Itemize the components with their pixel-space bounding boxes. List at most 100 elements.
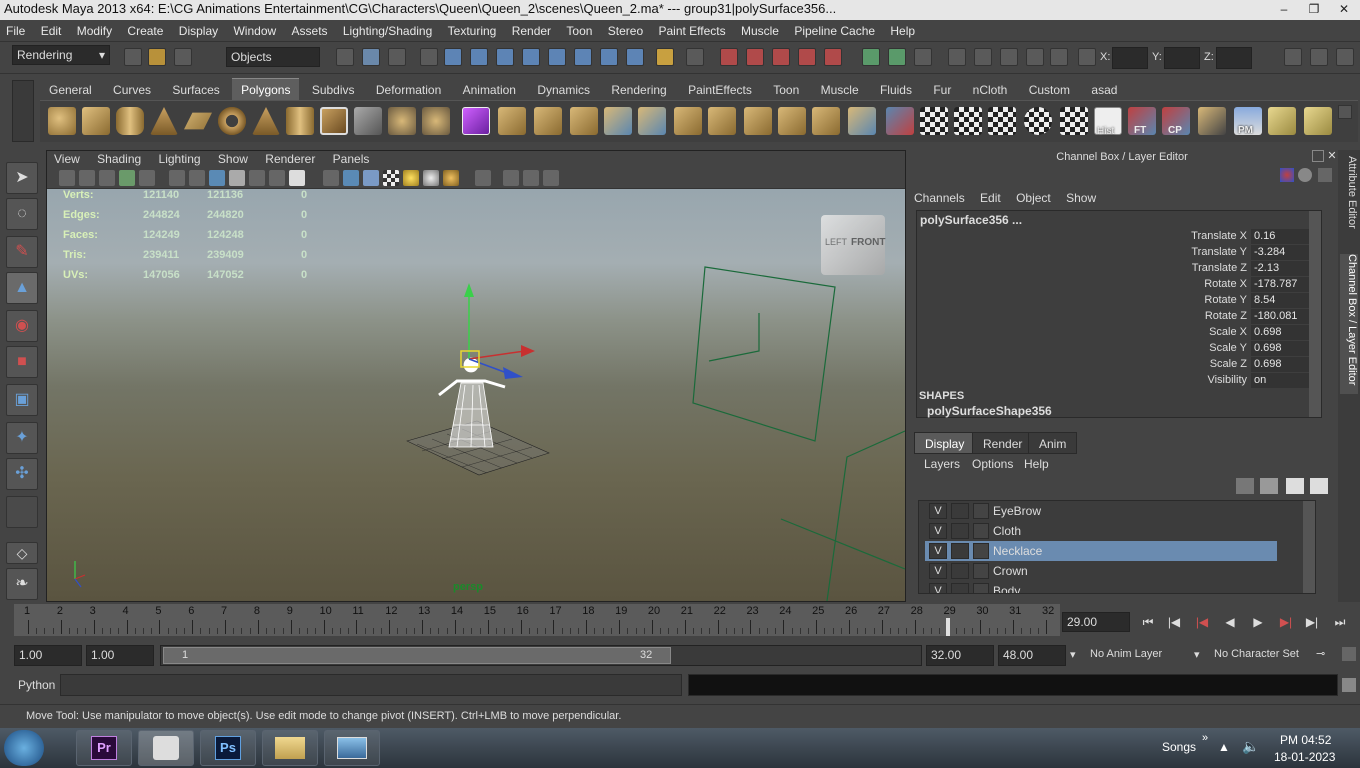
animation-end-field[interactable]: 48.00: [998, 645, 1066, 666]
poly-cylinder-icon[interactable]: [116, 107, 144, 135]
menu-create[interactable]: Create: [121, 20, 169, 42]
poly-pipe-icon[interactable]: [286, 107, 314, 135]
layer-color-swatch[interactable]: [973, 563, 989, 579]
layer-visibility-toggle[interactable]: V: [929, 563, 947, 579]
poly-cube-icon[interactable]: [82, 107, 110, 135]
new-layer-icon[interactable]: [1286, 478, 1304, 494]
shelf-tab-rendering[interactable]: Rendering: [602, 79, 675, 101]
view-cube-front[interactable]: FRONT: [851, 237, 885, 248]
poly-cone-icon[interactable]: [150, 107, 178, 135]
menu-render[interactable]: Render: [506, 20, 557, 42]
wireframe-on-shaded-icon[interactable]: [363, 170, 379, 186]
separate-icon[interactable]: [388, 107, 416, 135]
taskbar-maya[interactable]: [138, 730, 194, 766]
attr-translate-y-field[interactable]: -3.284: [1251, 245, 1315, 260]
shadows-icon[interactable]: [423, 170, 439, 186]
select-curves-icon[interactable]: [496, 48, 514, 66]
menu-modify[interactable]: Modify: [71, 20, 118, 42]
bridge-icon[interactable]: [534, 107, 562, 135]
gate-mask-icon[interactable]: [229, 170, 245, 186]
layer-color-swatch[interactable]: [973, 523, 989, 539]
close-panel-icon[interactable]: ✕: [1326, 150, 1338, 162]
attr-translate-z-field[interactable]: -2.13: [1251, 261, 1315, 276]
ipr-render-icon[interactable]: [1000, 48, 1018, 66]
shelf-tab-curves[interactable]: Curves: [104, 79, 160, 101]
uv-planar-icon[interactable]: [920, 107, 948, 135]
cb-menu-channels[interactable]: Channels: [908, 188, 971, 208]
tray-toolbar-label[interactable]: Songs: [1162, 740, 1196, 754]
menu-file[interactable]: File: [0, 20, 31, 42]
new-scene-icon[interactable]: [124, 48, 142, 66]
show-attribute-editor-icon[interactable]: [1284, 48, 1302, 66]
safe-action-icon[interactable]: [269, 170, 285, 186]
hypershade-icon[interactable]: [1050, 48, 1068, 66]
taskbar-photo-viewer[interactable]: [324, 730, 380, 766]
anim-layer-label[interactable]: No Anim Layer: [1090, 648, 1162, 660]
cb-menu-object[interactable]: Object: [1010, 188, 1057, 208]
layer-visibility-toggle[interactable]: V: [929, 503, 947, 519]
float-panel-icon[interactable]: [1312, 150, 1324, 162]
shelf-tab-ncloth[interactable]: nCloth: [964, 79, 1017, 101]
uv-spherical-icon[interactable]: [988, 107, 1016, 135]
layer-tab-anim[interactable]: Anim: [1028, 432, 1078, 454]
lasso-tool-icon[interactable]: ◌: [6, 198, 38, 230]
shelf-tab-animation[interactable]: Animation: [454, 79, 525, 101]
menu-edit[interactable]: Edit: [35, 20, 68, 42]
uv-cylindrical-icon[interactable]: [954, 107, 982, 135]
taskbar-photoshop[interactable]: Ps: [200, 730, 256, 766]
poly-torus-icon[interactable]: [218, 107, 246, 135]
x-field[interactable]: [1112, 47, 1148, 69]
paint-select-tool-icon[interactable]: ✎: [6, 236, 38, 268]
shelf-tab-fluids[interactable]: Fluids: [871, 79, 921, 101]
range-slider-handle[interactable]: 1 32: [163, 647, 671, 664]
menu-pipeline-cache[interactable]: Pipeline Cache: [788, 20, 881, 42]
play-backward-icon[interactable]: ◀: [1220, 614, 1240, 630]
extrude-icon[interactable]: [498, 107, 526, 135]
xray-icon[interactable]: [503, 170, 519, 186]
attr-rotate-z-field[interactable]: -180.081: [1251, 309, 1315, 324]
shelf-tab-painteffects[interactable]: PaintEffects: [679, 79, 761, 101]
layer-visibility-toggle[interactable]: V: [929, 583, 947, 593]
move-layer-up-icon[interactable]: [1236, 478, 1254, 494]
output-ops-icon[interactable]: [888, 48, 906, 66]
character-set-label[interactable]: No Character Set: [1214, 648, 1299, 660]
animation-preferences-icon[interactable]: [1342, 647, 1356, 661]
attr-rotate-y-field[interactable]: 8.54: [1251, 293, 1315, 308]
go-to-end-icon[interactable]: ⏭: [1330, 614, 1350, 630]
range-slider[interactable]: 1 32: [160, 645, 922, 666]
snap-curve-icon[interactable]: [746, 48, 764, 66]
tray-expand-icon[interactable]: »: [1202, 732, 1208, 744]
hist-icon[interactable]: Hist: [1094, 107, 1122, 137]
film-gate-icon[interactable]: [189, 170, 205, 186]
step-forward-key-icon[interactable]: ▶|: [1302, 614, 1322, 630]
shelf-tab-toon[interactable]: Toon: [764, 79, 808, 101]
open-scene-icon[interactable]: [148, 48, 166, 66]
snap-point-icon[interactable]: [772, 48, 790, 66]
outliner-layout-icon[interactable]: ❧: [6, 568, 38, 600]
manipulator-tool-icon[interactable]: ▣: [6, 384, 38, 416]
attr-rotate-x-field[interactable]: -178.787: [1251, 277, 1315, 292]
isolate-select-icon[interactable]: [475, 170, 491, 186]
layer-row-cloth[interactable]: V Cloth: [925, 521, 1277, 541]
current-time-marker[interactable]: [946, 618, 951, 636]
shelf-tab-muscle[interactable]: Muscle: [812, 79, 868, 101]
select-tool-icon[interactable]: ➤: [6, 162, 38, 194]
last-tool-icon[interactable]: ✣: [6, 458, 38, 490]
render-view-icon[interactable]: [948, 48, 966, 66]
vp-menu-renderer[interactable]: Renderer: [258, 151, 322, 167]
uv-layout-icon[interactable]: [1268, 107, 1296, 135]
offset-edge-loop-icon[interactable]: [674, 107, 702, 135]
layer-menu-options[interactable]: Options: [972, 457, 1013, 471]
move-tool-icon[interactable]: ▲: [6, 272, 38, 304]
shelf-tab-surfaces[interactable]: Surfaces: [163, 79, 228, 101]
use-all-lights-icon[interactable]: [403, 170, 419, 186]
shelf-tab-general[interactable]: General: [40, 79, 101, 101]
viewport-scene[interactable]: Verts: 121140 121136 0 Edges: 244824 244…: [47, 189, 905, 601]
maximize-button[interactable]: ❐: [1300, 0, 1328, 16]
menu-toon[interactable]: Toon: [560, 20, 598, 42]
chevron-down-icon[interactable]: ▾: [1070, 648, 1076, 661]
menu-help[interactable]: Help: [884, 20, 921, 42]
z-field[interactable]: [1216, 47, 1252, 69]
layer-row-necklace[interactable]: V Necklace: [925, 541, 1277, 561]
layer-playback-toggle[interactable]: [951, 523, 969, 539]
